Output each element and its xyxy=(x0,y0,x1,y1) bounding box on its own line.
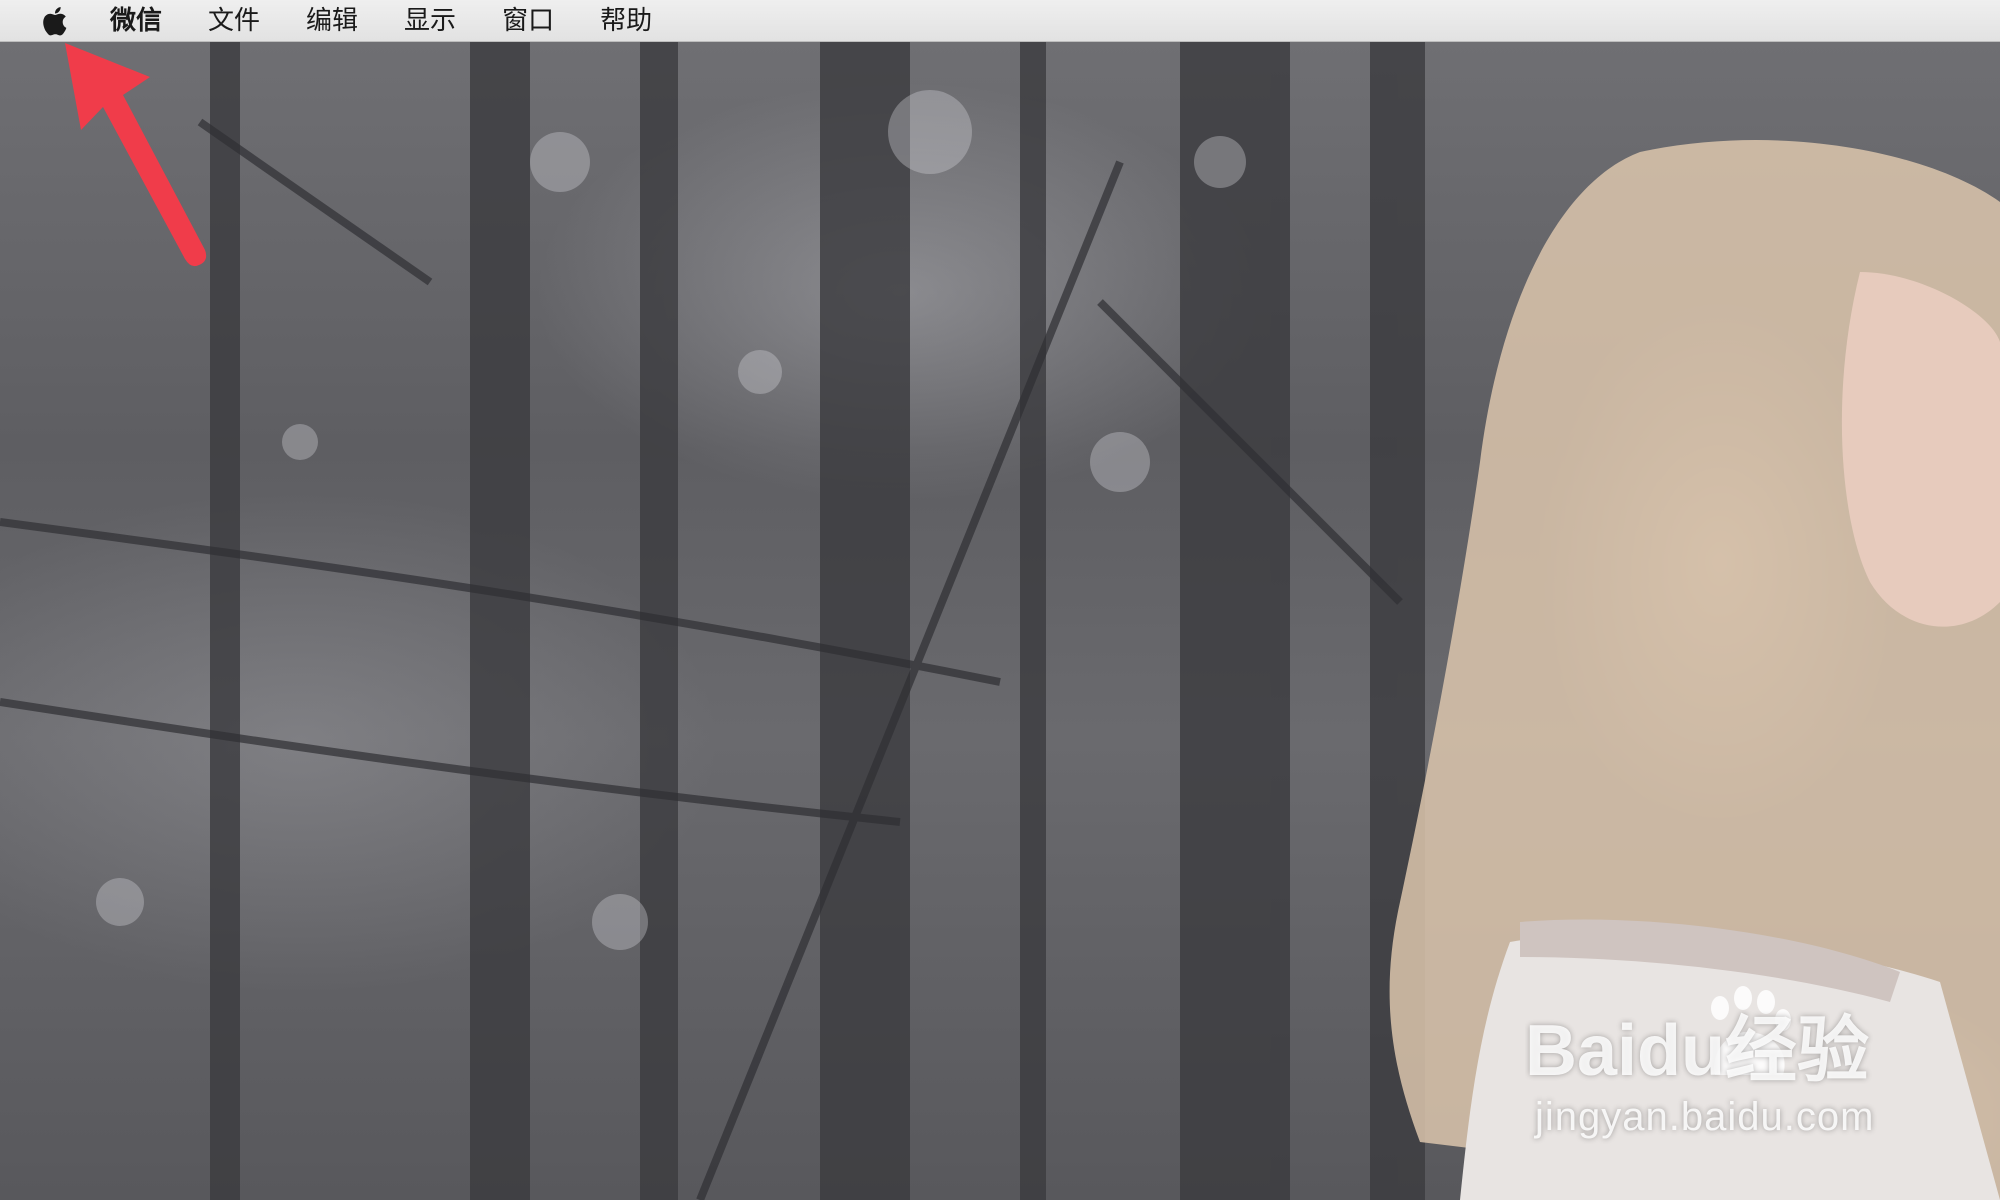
desktop-screen: 微信 文件 编辑 显示 窗口 帮助 Baidu经验 jingyan.baidu.… xyxy=(0,0,2000,1200)
watermark-logo-text: Baidu经验 xyxy=(1525,1011,1869,1090)
watermark-url: jingyan.baidu.com xyxy=(1535,1095,1875,1139)
baidu-jingyan-logo-icon: Baidu经验 xyxy=(1525,986,1869,1090)
menu-help[interactable]: 帮助 xyxy=(600,0,652,42)
baidu-watermark: Baidu经验 jingyan.baidu.com xyxy=(1525,980,1965,1160)
menu-edit[interactable]: 编辑 xyxy=(306,0,358,42)
apple-menu-button[interactable] xyxy=(36,3,72,39)
red-arrow-icon xyxy=(65,43,207,267)
apple-logo-icon xyxy=(43,6,67,35)
menu-view[interactable]: 显示 xyxy=(404,0,456,42)
menu-window[interactable]: 窗口 xyxy=(502,0,554,42)
menu-bar: 微信 文件 编辑 显示 窗口 帮助 xyxy=(0,0,2000,42)
